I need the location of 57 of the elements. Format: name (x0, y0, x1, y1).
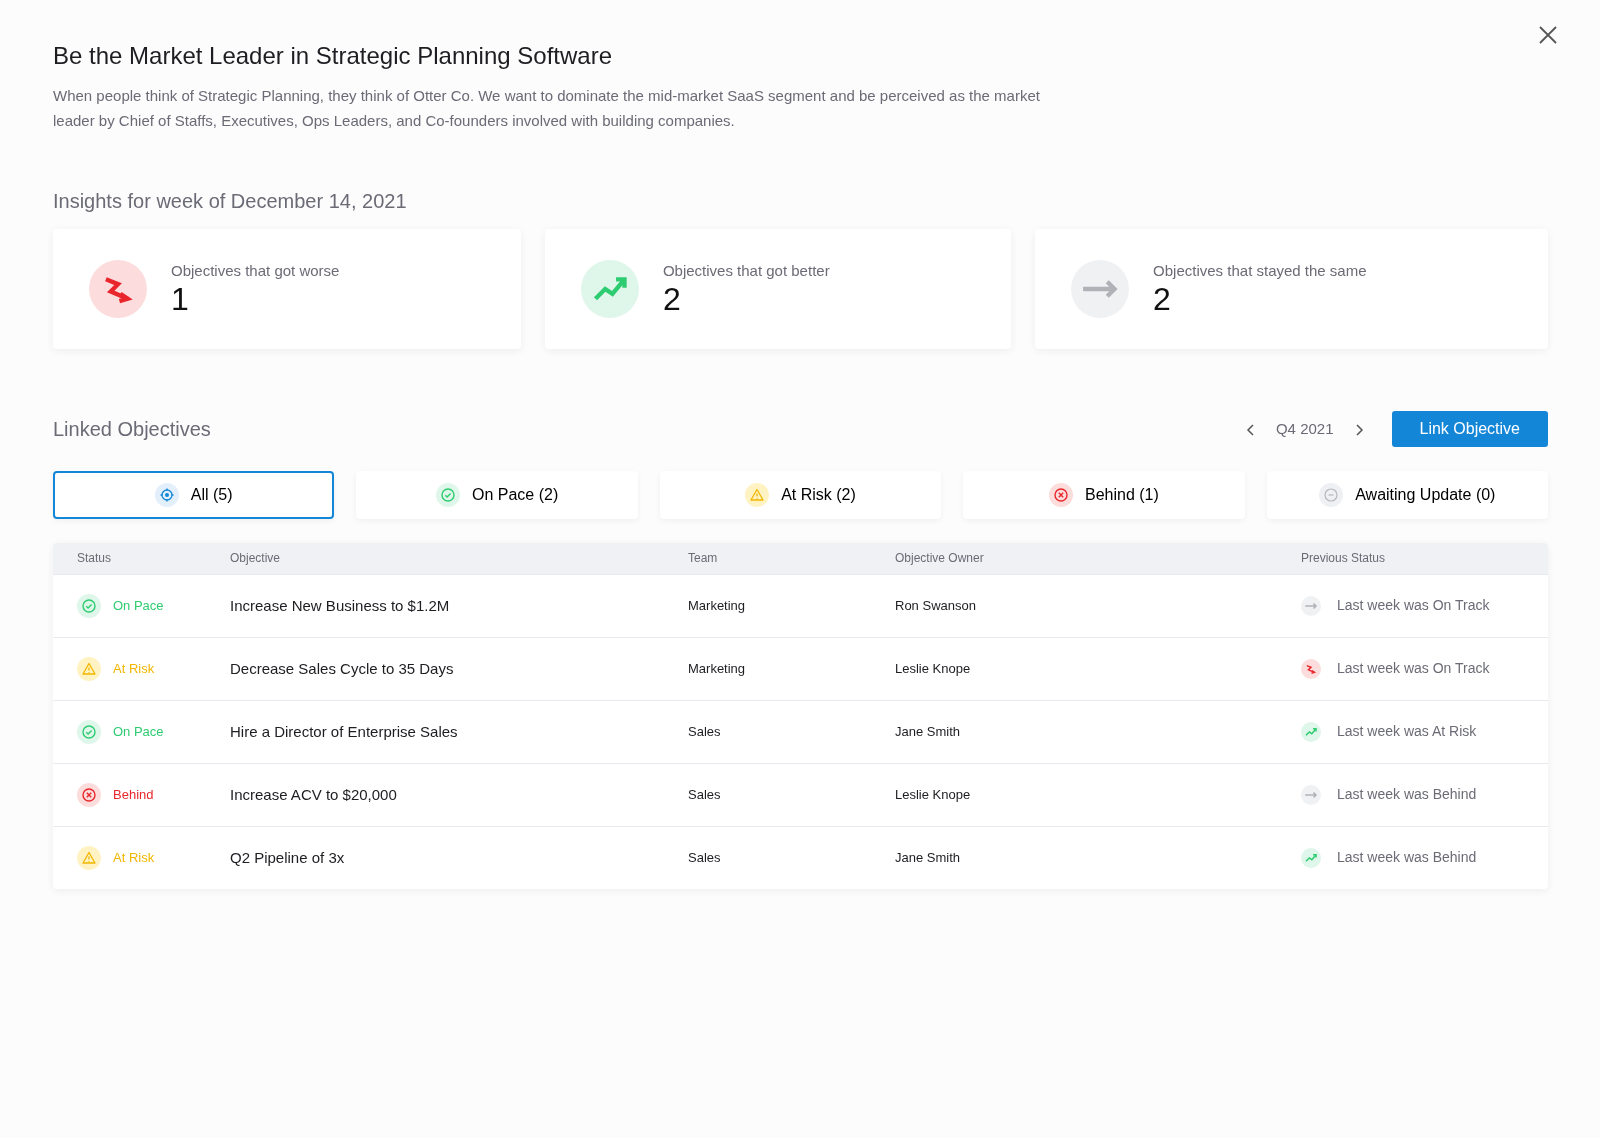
objective-name: Decrease Sales Cycle to 35 Days (230, 659, 454, 677)
team-name: Marketing (688, 598, 746, 614)
check-circle-icon (77, 593, 101, 618)
filter-tab[interactable]: Behind (1) (963, 470, 1245, 519)
target-icon (154, 482, 179, 507)
filter-tab[interactable]: On Pace (2) (356, 470, 638, 519)
x-circle-icon (77, 782, 101, 807)
objective-name: Increase New Business to $1.2M (230, 596, 450, 614)
warning-icon (77, 845, 101, 870)
column-header: Status (77, 551, 112, 566)
status-label: At Risk (113, 849, 155, 868)
status-label: At Risk (113, 660, 155, 679)
x-circle-icon (1049, 482, 1073, 507)
owner-name: Leslie Knope (895, 787, 971, 803)
column-header: Previous Status (1301, 551, 1386, 566)
status-label: On Pace (113, 597, 164, 616)
objective-name: Q2 Pipeline of 3x (230, 848, 345, 866)
column-header: Team (688, 551, 718, 566)
period-label: Q4 2021 (1275, 418, 1334, 439)
dash-circle-icon (1319, 482, 1344, 507)
previous-status: Last week was Behind (1337, 785, 1477, 805)
column-header: Objective Owner (895, 551, 984, 566)
objective-name: Increase ACV to $20,000 (230, 785, 397, 803)
team-name: Marketing (688, 661, 746, 677)
filter-tab[interactable]: All (5) (53, 470, 335, 519)
insight-count: 2 (1153, 282, 1172, 318)
previous-status: Last week was At Risk (1337, 722, 1477, 742)
previous-status: Last week was Behind (1337, 848, 1477, 868)
objective-description: When people think of Strategic Planning, they think of Otter Co. We want to dominate the mid-market SaaS segment and be perceived as the market leader by Chief of Staffs, Executives, Ops Leaders, and Co-founders involved with building companies. (53, 85, 1041, 131)
insight-label: Objectives that stayed the same (1153, 260, 1367, 281)
check-circle-icon (77, 719, 101, 744)
column-header: Objective (230, 551, 281, 566)
filter-tab[interactable]: At Risk (2) (659, 470, 942, 519)
status-label: Behind (113, 786, 154, 805)
check-circle-icon (435, 482, 460, 507)
insight-label: Objectives that got better (662, 260, 830, 281)
insight-label: Objectives that got worse (171, 260, 340, 281)
owner-name: Jane Smith (895, 850, 961, 866)
insight-count: 1 (171, 282, 190, 318)
owner-name: Jane Smith (895, 724, 961, 740)
warning-icon (77, 656, 101, 681)
filter-tab[interactable]: Awaiting Update (0) (1266, 470, 1549, 519)
status-label: On Pace (113, 723, 164, 742)
owner-name: Ron Swanson (895, 598, 976, 614)
objective-title: Be the Market Leader in Strategic Planning Software (53, 42, 613, 71)
linked-heading: Linked Objectives (53, 416, 211, 441)
previous-status: Last week was On Track (1337, 659, 1490, 679)
insights-heading: Insights for week of December 14, 2021 (53, 188, 408, 213)
team-name: Sales (688, 850, 721, 866)
team-name: Sales (688, 787, 721, 803)
warning-icon (745, 482, 770, 507)
owner-name: Leslie Knope (895, 661, 971, 677)
objective-name: Hire a Director of Enterprise Sales (230, 722, 458, 740)
insight-count: 2 (662, 282, 682, 318)
team-name: Sales (688, 724, 721, 740)
link-objective-button[interactable]: Link Objective (1391, 410, 1548, 447)
previous-status: Last week was On Track (1337, 596, 1490, 616)
